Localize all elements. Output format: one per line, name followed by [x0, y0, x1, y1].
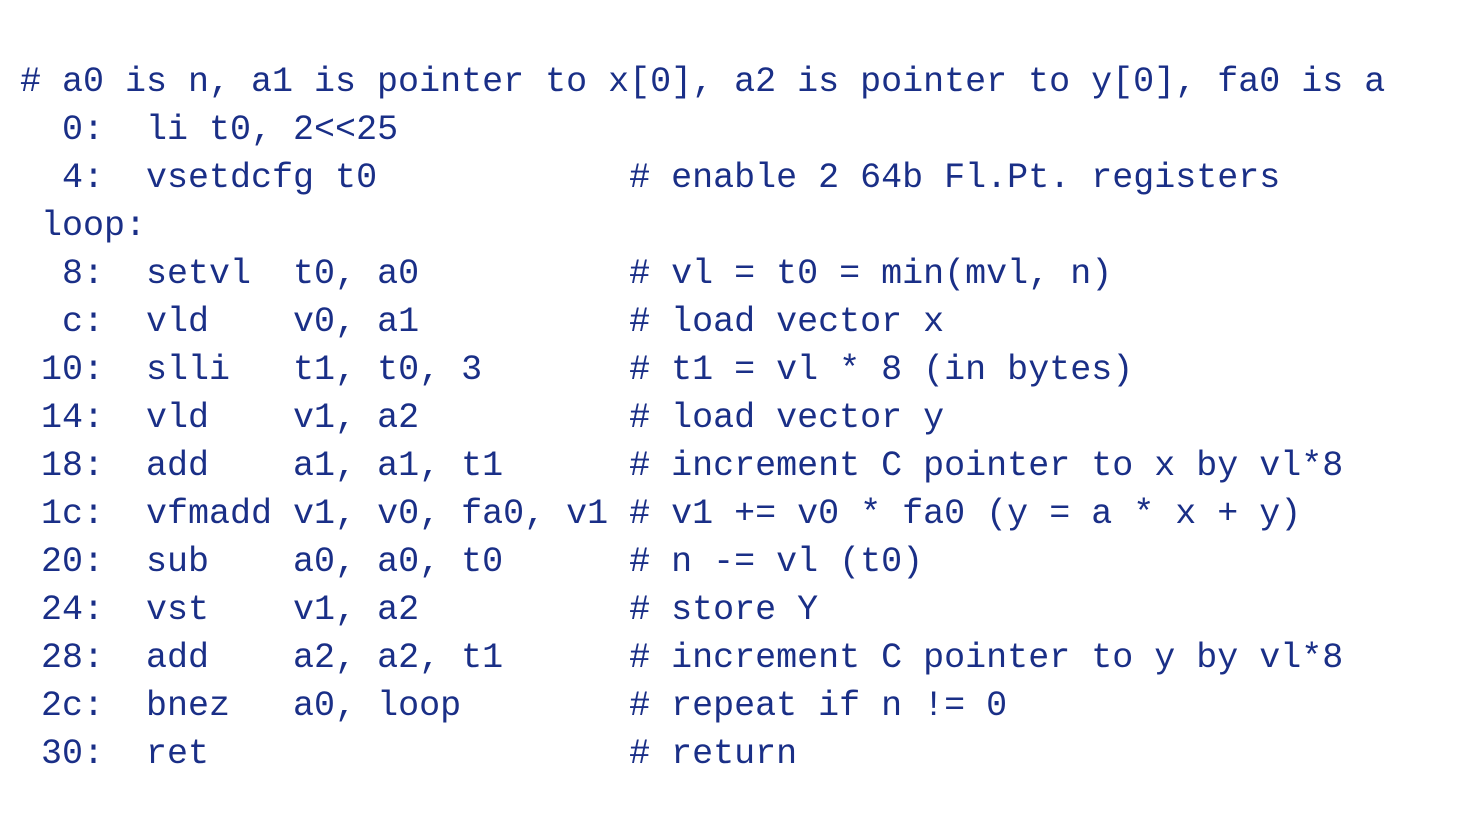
code-address: 14:	[20, 398, 104, 438]
code-mnemonic: bnez a0, loop	[146, 686, 629, 726]
code-line: 14: vld v1, a2 # load vector y	[20, 394, 1482, 442]
code-mnemonic: vld v1, a2	[146, 398, 629, 438]
code-address: 30:	[20, 734, 104, 774]
code-line: 8: setvl t0, a0 # vl = t0 = min(mvl, n)	[20, 250, 1482, 298]
code-mnemonic: ret	[146, 734, 629, 774]
code-mnemonic: vld v0, a1	[146, 302, 629, 342]
code-comment: # increment C pointer to x by vl*8	[629, 446, 1343, 486]
code-address: 4:	[20, 158, 104, 198]
code-comment: # t1 = vl * 8 (in bytes)	[629, 350, 1133, 390]
code-comment: # load vector x	[629, 302, 944, 342]
code-mnemonic: slli t1, t0, 3	[146, 350, 629, 390]
code-address: 1c:	[20, 494, 104, 534]
code-comment: # store Y	[629, 590, 818, 630]
code-mnemonic: sub a0, a0, t0	[146, 542, 629, 582]
code-line: 28: add a2, a2, t1 # increment C pointer…	[20, 634, 1482, 682]
code-line: c: vld v0, a1 # load vector x	[20, 298, 1482, 346]
code-address: 2c:	[20, 686, 104, 726]
code-comment: # return	[629, 734, 797, 774]
assembly-code-block: # a0 is n, a1 is pointer to x[0], a2 is …	[0, 0, 1482, 826]
code-comment: # n -= vl (t0)	[629, 542, 923, 582]
code-line: 0: li t0, 2<<25	[20, 106, 1482, 154]
code-address: c:	[20, 302, 104, 342]
code-mnemonic: vsetdcfg t0	[146, 158, 629, 198]
code-mnemonic: add a2, a2, t1	[146, 638, 629, 678]
code-address: 24:	[20, 590, 104, 630]
code-address: 0:	[20, 110, 104, 150]
code-line: 4: vsetdcfg t0 # enable 2 64b Fl.Pt. reg…	[20, 154, 1482, 202]
code-line: 18: add a1, a1, t1 # increment C pointer…	[20, 442, 1482, 490]
code-mnemonic: setvl t0, a0	[146, 254, 629, 294]
code-line: 1c: vfmadd v1, v0, fa0, v1 # v1 += v0 * …	[20, 490, 1482, 538]
code-line: 20: sub a0, a0, t0 # n -= vl (t0)	[20, 538, 1482, 586]
code-line: 2c: bnez a0, loop # repeat if n != 0	[20, 682, 1482, 730]
code-line: 24: vst v1, a2 # store Y	[20, 586, 1482, 634]
code-comment: # repeat if n != 0	[629, 686, 1007, 726]
code-line: 10: slli t1, t0, 3 # t1 = vl * 8 (in byt…	[20, 346, 1482, 394]
code-line: 30: ret # return	[20, 730, 1482, 778]
code-comment: # v1 += v0 * fa0 (y = a * x + y)	[629, 494, 1301, 534]
code-mnemonic: add a1, a1, t1	[146, 446, 629, 486]
code-mnemonic: vst v1, a2	[146, 590, 629, 630]
description-comment: # a0 is n, a1 is pointer to x[0], a2 is …	[20, 58, 1482, 106]
code-address: 18:	[20, 446, 104, 486]
code-address: 28:	[20, 638, 104, 678]
code-address: 10:	[20, 350, 104, 390]
code-comment: # load vector y	[629, 398, 944, 438]
code-address: 20:	[20, 542, 104, 582]
code-label-line: loop:	[20, 202, 1482, 250]
code-comment: # vl = t0 = min(mvl, n)	[629, 254, 1112, 294]
code-comment: # enable 2 64b Fl.Pt. registers	[629, 158, 1280, 198]
code-address: 8:	[20, 254, 104, 294]
code-comment: # increment C pointer to y by vl*8	[629, 638, 1343, 678]
code-mnemonic: vfmadd v1, v0, fa0, v1	[146, 494, 629, 534]
code-mnemonic: li t0, 2<<25	[146, 110, 629, 150]
